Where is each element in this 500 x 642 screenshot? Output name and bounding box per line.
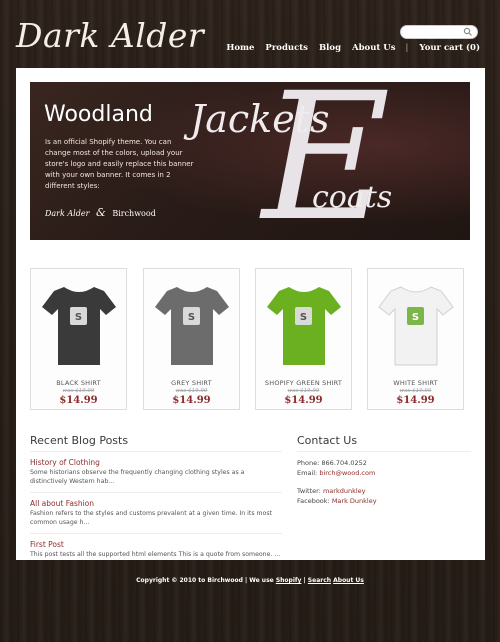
contact-phone-line: Phone: 866.704.0252 (297, 458, 471, 468)
blog-post-title[interactable]: All about Fashion (30, 499, 282, 508)
footer-shopify-link[interactable]: Shopify (276, 577, 302, 584)
tshirt-body (42, 287, 116, 365)
recent-blog-posts: Recent Blog Posts History of Clothing So… (30, 434, 282, 565)
nav-about-us[interactable]: About Us (352, 43, 395, 53)
product-was-price: was $19.99 (62, 388, 95, 394)
contact-section-title: Contact Us (297, 434, 471, 452)
banner-brand-line: Dark Alder & Birchwood (45, 206, 156, 219)
banner-description: Is an official Shopify theme. You can ch… (45, 138, 194, 190)
email-link[interactable]: birch@wood.com (319, 469, 375, 477)
email-label: Email: (297, 469, 318, 477)
footer: Copyright © 2010 to Birchwood | We use S… (0, 577, 500, 584)
contact-us: Contact Us Phone: 866.704.0252 Email: bi… (297, 434, 471, 506)
nav-products[interactable]: Products (265, 43, 308, 53)
banner-jackets-text: Jackets (190, 97, 330, 141)
blog-post: First Post This post tests all the suppo… (30, 534, 282, 565)
nav-home[interactable]: Home (226, 43, 254, 53)
shopify-s-glyph: S (75, 312, 82, 323)
contact-email-line: Email: birch@wood.com (297, 468, 471, 478)
tshirt-body (267, 287, 341, 365)
main-content: E Jackets coats Woodland Is an official … (16, 68, 485, 560)
footer-separator: | (303, 577, 306, 584)
blog-post-title[interactable]: History of Clothing (30, 458, 282, 467)
tshirt-image[interactable]: S (261, 273, 347, 373)
product-price: $14.99 (59, 395, 98, 406)
twitter-label: Twitter: (297, 487, 321, 495)
product-was-price: was $19.99 (175, 388, 208, 394)
blog-post-excerpt: Fashion refers to the styles and customs… (30, 510, 272, 526)
product-was-price: was $19.99 (287, 388, 320, 394)
tshirt-body (378, 286, 454, 366)
banner-brand-amp: & (95, 206, 106, 219)
blog-post-title[interactable]: First Post (30, 540, 282, 549)
product-name[interactable]: WHITE SHIRT (368, 379, 463, 387)
footer-about-link[interactable]: About Us (333, 577, 364, 584)
product-name[interactable]: SHOPIFY GREEN SHIRT (256, 379, 351, 387)
blog-post: All about Fashion Fashion refers to the … (30, 493, 282, 534)
banner-brand-birchwood: Birchwood (112, 209, 156, 218)
contact-facebook-line: Facebook: Mark Dunkley (297, 496, 471, 506)
search-box[interactable] (400, 25, 478, 45)
store-logo[interactable]: Dark Alder (16, 16, 204, 55)
nav-divider: | (405, 43, 409, 53)
hero-banner[interactable]: E Jackets coats Woodland Is an official … (30, 82, 470, 240)
blog-post: History of Clothing Some historians obse… (30, 452, 282, 493)
contact-twitter-line: Twitter: markdunkley (297, 486, 471, 496)
main-nav: Home Products Blog About Us | Your cart … (215, 43, 480, 53)
product-name[interactable]: BLACK SHIRT (31, 379, 126, 387)
facebook-link[interactable]: Mark Dunkley (332, 497, 377, 505)
banner-title: Woodland (44, 102, 153, 127)
product-price: $14.99 (396, 395, 435, 406)
product-card[interactable]: S WHITE SHIRT was $19.99 $14.99 (367, 268, 464, 410)
tshirt-image[interactable]: S (36, 273, 122, 373)
footer-search-link[interactable]: Search (308, 577, 331, 584)
product-card[interactable]: S GREY SHIRT was $19.99 $14.99 (143, 268, 240, 410)
blog-section-title: Recent Blog Posts (30, 434, 282, 452)
product-grid: S BLACK SHIRT was $19.99 $14.99 S GREY S… (30, 268, 470, 410)
blog-post-excerpt: Some historians observe the frequently c… (30, 469, 245, 485)
blog-post-excerpt: This post tests all the supported html e… (30, 551, 281, 558)
tshirt-image[interactable]: S (373, 273, 459, 373)
product-price: $14.99 (284, 395, 323, 406)
tshirt-image[interactable]: S (149, 273, 235, 373)
product-price: $14.99 (172, 395, 211, 406)
shopify-s-glyph: S (412, 312, 419, 323)
shopify-s-glyph: S (188, 312, 195, 323)
cart-link[interactable]: Your cart (0) (419, 43, 480, 53)
footer-copyright: Copyright © 2010 to Birchwood | We use (136, 577, 274, 584)
product-was-price: was $19.99 (399, 388, 432, 394)
banner-brand-dark-alder: Dark Alder (45, 209, 90, 218)
shopify-s-glyph: S (300, 312, 307, 323)
product-card[interactable]: S BLACK SHIRT was $19.99 $14.99 (30, 268, 127, 410)
facebook-label: Facebook: (297, 497, 330, 505)
phone-label: Phone: (297, 459, 320, 467)
search-icon[interactable] (463, 27, 473, 37)
nav-blog[interactable]: Blog (319, 43, 341, 53)
phone-value: 866.704.0252 (321, 459, 367, 467)
product-name[interactable]: GREY SHIRT (144, 379, 239, 387)
product-card[interactable]: S SHOPIFY GREEN SHIRT was $19.99 $14.99 (255, 268, 352, 410)
tshirt-body (155, 287, 229, 365)
banner-coats-text: coats (312, 180, 393, 215)
twitter-link[interactable]: markdunkley (323, 487, 366, 495)
